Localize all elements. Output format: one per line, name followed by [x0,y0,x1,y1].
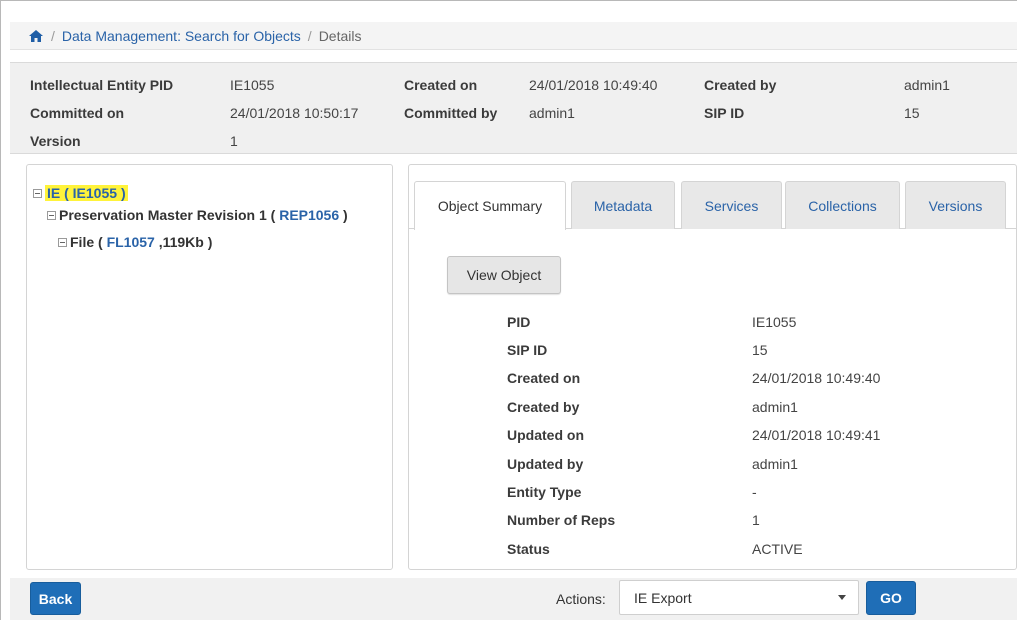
breadcrumb-separator: / [307,27,312,44]
summary-pid-value: IE1055 [752,314,797,330]
tree-ie-link[interactable]: IE1055 [73,185,117,201]
sip-id-label: SIP ID [704,105,745,121]
created-on-label: Created on [404,77,478,93]
tree-file-link[interactable]: FL1057 [107,234,155,250]
tree-node-ie[interactable]: IE ( IE1055 ) [33,185,128,201]
collapse-icon[interactable] [47,210,56,220]
summary-sip-id-label: SIP ID [507,342,548,358]
summary-number-of-reps-value: 1 [752,512,760,528]
tree-rep-prefix: Preservation Master Revision 1 ( [59,207,276,223]
version-value: 1 [230,133,238,149]
summary-created-on-label: Created on [507,370,581,386]
window-frame [0,0,1017,10]
object-tree-panel: IE ( IE1055 ) Preservation Master Revisi… [26,164,393,570]
committed-on-value: 24/01/2018 10:50:17 [230,105,359,121]
tree-node-ie-label[interactable]: IE ( IE1055 ) [45,185,128,201]
version-label: Version [30,133,81,149]
breadcrumb: / Data Management: Search for Objects / … [10,22,1017,50]
view-object-button[interactable]: View Object [447,256,561,294]
actions-select[interactable]: IE Export [619,580,859,615]
breadcrumb-current: Details [318,27,362,44]
committed-by-label: Committed by [404,105,498,121]
breadcrumb-search-link[interactable]: Data Management: Search for Objects [62,28,301,44]
summary-updated-on-label: Updated on [507,427,584,443]
chevron-down-icon[interactable] [838,595,846,600]
created-on-value: 24/01/2018 10:49:40 [529,77,658,93]
go-button[interactable]: GO [866,581,916,615]
summary-updated-by-label: Updated by [507,456,584,472]
window-frame-left [0,0,10,620]
back-button[interactable]: Back [30,582,81,615]
summary-created-by-value: admin1 [752,399,798,415]
tree-file-prefix: File ( [70,234,103,250]
object-detail-panel: Object Summary Metadata Services Collect… [408,164,1017,570]
summary-status-label: Status [507,541,550,557]
summary-created-on-value: 24/01/2018 10:49:40 [752,370,881,386]
ie-pid-label: Intellectual Entity PID [30,77,174,93]
summary-sip-id-value: 15 [752,342,768,358]
entity-info-panel: Intellectual Entity PID IE1055 Created o… [10,62,1017,154]
summary-status-value: ACTIVE [752,541,803,557]
tab-versions[interactable]: Versions [905,181,1006,229]
summary-entity-type-value: - [752,484,757,500]
breadcrumb-separator: / [51,27,55,44]
summary-entity-type-label: Entity Type [507,484,582,500]
actions-label: Actions: [556,591,606,607]
summary-number-of-reps-label: Number of Reps [507,512,616,528]
created-by-value: admin1 [904,77,950,93]
actions-select-value: IE Export [634,589,692,606]
created-by-label: Created by [704,77,777,93]
tree-node-rep[interactable]: Preservation Master Revision 1 ( REP1056… [47,207,348,223]
committed-by-value: admin1 [529,105,575,121]
tree-file-suffix: ,119Kb ) [158,234,213,250]
tab-metadata[interactable]: Metadata [571,181,675,229]
tree-ie-prefix: IE ( [47,185,69,201]
tree-rep-link[interactable]: REP1056 [279,207,339,223]
collapse-icon[interactable] [58,237,67,247]
tree-node-file[interactable]: File ( FL1057 ,119Kb ) [58,234,212,250]
summary-pid-label: PID [507,314,531,330]
tab-services[interactable]: Services [681,181,782,229]
sip-id-value: 15 [904,105,920,121]
summary-created-by-label: Created by [507,399,580,415]
home-icon[interactable] [28,29,44,43]
tree-ie-suffix: ) [120,185,126,201]
collapse-icon[interactable] [33,188,42,198]
tab-object-summary[interactable]: Object Summary [414,181,566,230]
summary-updated-by-value: admin1 [752,456,798,472]
summary-updated-on-value: 24/01/2018 10:49:41 [752,427,881,443]
tree-rep-suffix: ) [343,207,348,223]
ie-pid-value: IE1055 [230,77,275,93]
committed-on-label: Committed on [30,105,125,121]
tab-collections[interactable]: Collections [785,181,900,229]
